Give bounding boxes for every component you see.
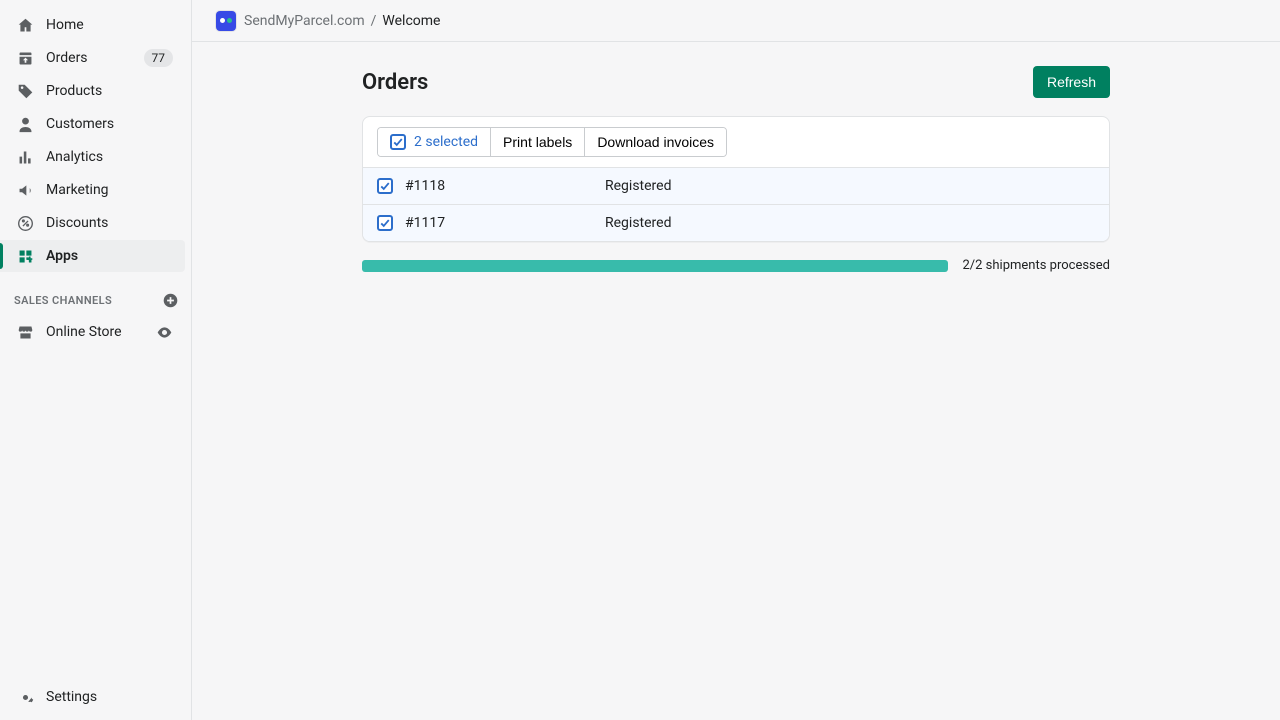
sidebar-item-marketing[interactable]: Marketing — [0, 174, 185, 206]
download-invoices-button[interactable]: Download invoices — [584, 128, 726, 156]
row-checkbox[interactable] — [377, 178, 393, 194]
sidebar-item-label: Apps — [46, 248, 78, 264]
table-row[interactable]: #1117 Registered — [363, 204, 1109, 241]
progress-section: 2/2 shipments processed — [362, 258, 1110, 273]
select-all-checkbox[interactable] — [390, 134, 406, 150]
print-labels-button[interactable]: Print labels — [490, 128, 584, 156]
orders-card: 2 selected Print labels Download invoice… — [362, 116, 1110, 242]
table-row[interactable]: #1118 Registered — [363, 168, 1109, 204]
sidebar-item-label: Analytics — [46, 149, 103, 165]
sidebar-item-label: Orders — [46, 50, 88, 66]
sidebar-item-label: Settings — [46, 689, 97, 705]
customers-icon — [16, 115, 34, 133]
sidebar-item-home[interactable]: Home — [0, 9, 185, 41]
orders-table: #1118 Registered #1117 Registered — [363, 168, 1109, 241]
breadcrumb-page: Welcome — [382, 13, 440, 29]
refresh-button[interactable]: Refresh — [1033, 66, 1110, 98]
bulk-action-bar: 2 selected Print labels Download invoice… — [363, 117, 1109, 168]
order-id: #1118 — [405, 178, 605, 194]
order-status: Registered — [605, 215, 1095, 231]
view-store-icon[interactable] — [155, 323, 173, 341]
selected-count-segment[interactable]: 2 selected — [378, 128, 490, 156]
breadcrumb-separator: / — [371, 13, 377, 29]
app-logo — [216, 11, 236, 31]
analytics-icon — [16, 148, 34, 166]
sidebar-item-label: Products — [46, 83, 102, 99]
main: SendMyParcel.com / Welcome Orders Refres… — [192, 0, 1280, 720]
sidebar-item-analytics[interactable]: Analytics — [0, 141, 185, 173]
content: Orders Refresh 2 selected Print labels D… — [192, 42, 1280, 720]
apps-icon — [16, 247, 34, 265]
sidebar-item-label: Home — [46, 17, 84, 33]
products-icon — [16, 82, 34, 100]
home-icon — [16, 16, 34, 34]
discounts-icon — [16, 214, 34, 232]
progress-bar — [362, 260, 948, 272]
breadcrumb-app[interactable]: SendMyParcel.com — [244, 13, 365, 29]
orders-count-badge: 77 — [144, 49, 174, 67]
sidebar-item-orders[interactable]: Orders 77 — [0, 42, 185, 74]
row-checkbox[interactable] — [377, 215, 393, 231]
order-status: Registered — [605, 178, 1095, 194]
orders-icon — [16, 49, 34, 67]
marketing-icon — [16, 181, 34, 199]
sidebar-item-apps[interactable]: Apps — [0, 240, 185, 272]
topbar: SendMyParcel.com / Welcome — [192, 0, 1280, 42]
sidebar-item-settings[interactable]: Settings — [0, 681, 185, 713]
progress-fill — [362, 260, 948, 272]
sidebar-item-customers[interactable]: Customers — [0, 108, 185, 140]
sidebar-item-discounts[interactable]: Discounts — [0, 207, 185, 239]
sidebar-item-label: Customers — [46, 116, 114, 132]
sales-channels-header: SALES CHANNELS — [0, 273, 191, 315]
sidebar-item-online-store[interactable]: Online Store — [0, 316, 185, 348]
sidebar-item-label: Online Store — [46, 324, 122, 340]
page-header: Orders Refresh — [362, 66, 1110, 98]
section-header-label: SALES CHANNELS — [14, 294, 112, 307]
selected-count-label: 2 selected — [414, 134, 478, 150]
sidebar-item-label: Marketing — [46, 182, 109, 198]
gear-icon — [16, 688, 34, 706]
sidebar-item-label: Discounts — [46, 215, 108, 231]
store-icon — [16, 323, 34, 341]
bulk-button-group: 2 selected Print labels Download invoice… — [377, 127, 727, 157]
breadcrumb: SendMyParcel.com / Welcome — [244, 13, 440, 29]
sidebar-item-products[interactable]: Products — [0, 75, 185, 107]
add-channel-icon[interactable] — [161, 291, 179, 309]
order-id: #1117 — [405, 215, 605, 231]
progress-text: 2/2 shipments processed — [962, 258, 1110, 273]
sidebar: Home Orders 77 Products Customers — [0, 0, 192, 720]
page-title: Orders — [362, 70, 428, 95]
